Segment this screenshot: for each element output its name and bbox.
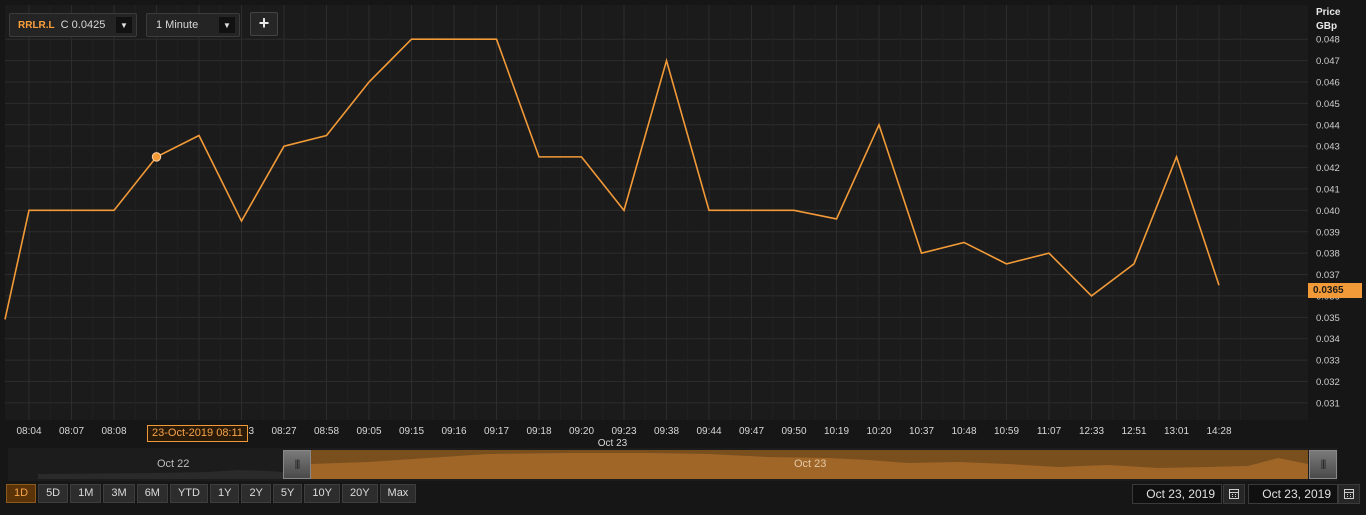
range-button-ytd[interactable]: YTD <box>169 484 208 503</box>
x-tick-label: 10:20 <box>866 426 891 437</box>
y-tick-label: 0.035 <box>1316 313 1340 324</box>
y-tick-label: 0.048 <box>1316 35 1340 46</box>
y-tick-label: 0.041 <box>1316 184 1340 195</box>
y-axis-title: Price <box>1316 7 1341 18</box>
y-tick-label: 0.040 <box>1316 206 1340 217</box>
range-button-max[interactable]: Max <box>379 484 417 503</box>
y-tick-label: 0.039 <box>1316 227 1340 238</box>
calendar-icon <box>1344 489 1354 499</box>
x-date-label: Oct 23 <box>598 438 628 448</box>
date-from-field[interactable]: Oct 23, 2019 <box>1132 484 1222 504</box>
y-tick-label: 0.037 <box>1316 270 1340 281</box>
range-button-1y[interactable]: 1Y <box>209 484 240 503</box>
x-tick-label: 10:48 <box>951 426 976 437</box>
y-tick-label: 0.034 <box>1316 334 1340 345</box>
x-tick-label: 10:59 <box>994 426 1019 437</box>
x-tick-label: 09:38 <box>654 426 679 437</box>
navigator-right-label: Oct 23 <box>794 458 827 470</box>
date-from-picker-button[interactable] <box>1223 484 1245 504</box>
y-tick-label: 0.038 <box>1316 249 1340 260</box>
x-tick-label: 08:27 <box>271 426 296 437</box>
price-chart[interactable]: 0.0310.0320.0330.0340.0350.0360.0370.038… <box>0 0 1366 448</box>
x-tick-label: 14:28 <box>1206 426 1231 437</box>
add-series-button[interactable]: + <box>250 12 278 36</box>
x-tick-label: 13:01 <box>1164 426 1189 437</box>
range-button-2y[interactable]: 2Y <box>241 484 271 503</box>
close-price-label: C 0.0425 <box>60 19 106 31</box>
interval-selector[interactable]: 1 Minute ▼ <box>146 13 240 37</box>
chevron-down-icon[interactable]: ▼ <box>219 17 235 33</box>
y-tick-label: 0.044 <box>1316 120 1340 131</box>
symbol-label: RRLR.L <box>18 19 55 31</box>
navigator-left-label: Oct 22 <box>157 458 190 470</box>
y-axis: 0.0310.0320.0330.0340.0350.0360.0370.038… <box>1316 35 1340 410</box>
range-button-1d[interactable]: 1D <box>6 484 37 503</box>
x-tick-label: 08:58 <box>314 426 339 437</box>
calendar-icon <box>1229 489 1239 499</box>
x-tick-label: 09:18 <box>526 426 551 437</box>
x-tick-label: 08:04 <box>16 426 41 437</box>
symbol-selector[interactable]: RRLR.L C 0.0425 ▼ <box>9 13 137 37</box>
range-button-3m[interactable]: 3M <box>103 484 135 503</box>
x-tick-label: 09:05 <box>356 426 381 437</box>
x-tick-label: 10:37 <box>909 426 934 437</box>
y-tick-label: 0.031 <box>1316 398 1340 409</box>
range-button-5y[interactable]: 5Y <box>272 484 303 503</box>
chart-window: 0.0310.0320.0330.0340.0350.0360.0370.038… <box>0 0 1366 515</box>
x-tick-label: 08:08 <box>101 426 126 437</box>
range-button-6m[interactable]: 6M <box>136 484 168 503</box>
y-tick-label: 0.033 <box>1316 356 1340 367</box>
x-tick-label: 09:15 <box>399 426 424 437</box>
y-tick-label: 0.046 <box>1316 78 1340 89</box>
x-tick-label: 12:33 <box>1079 426 1104 437</box>
y-tick-label: 0.045 <box>1316 99 1340 110</box>
y-tick-label: 0.043 <box>1316 142 1340 153</box>
x-tick-label: 11:07 <box>1037 426 1062 437</box>
highlight-point <box>151 152 162 162</box>
range-button-10y[interactable]: 10Y <box>304 484 340 503</box>
x-tick-label: 08:07 <box>59 426 84 437</box>
y-tick-label: 0.032 <box>1316 377 1340 388</box>
navigator-left-area <box>38 470 283 479</box>
last-price-tag: 0.0365 <box>1308 283 1362 298</box>
navigator-right-handle[interactable]: ||| <box>1309 450 1337 479</box>
x-tick-label: 09:20 <box>569 426 594 437</box>
range-selector: 1D 5D 1M 3M 6M YTD 1Y 2Y 5Y 10Y 20Y Max <box>6 484 417 504</box>
y-tick-label: 0.047 <box>1316 56 1340 67</box>
x-tick-label: 12:51 <box>1121 426 1146 437</box>
date-to-field[interactable]: Oct 23, 2019 <box>1248 484 1338 504</box>
time-navigator[interactable]: Oct 22 Oct 23 ||| ||| <box>8 448 1338 481</box>
x-tick-label: 10:19 <box>824 426 849 437</box>
range-button-1m[interactable]: 1M <box>70 484 102 503</box>
x-tick-label: 09:47 <box>739 426 764 437</box>
navigator-left-handle[interactable]: ||| <box>283 450 311 479</box>
x-tick-label: 09:44 <box>696 426 721 437</box>
x-tick-label: 09:23 <box>611 426 636 437</box>
date-to-picker-button[interactable] <box>1338 484 1360 504</box>
x-tick-label: 09:50 <box>781 426 806 437</box>
y-axis-header: Price GBp <box>1316 6 1340 34</box>
x-tick-label: 09:16 <box>441 426 466 437</box>
y-tick-label: 0.042 <box>1316 163 1340 174</box>
interval-label: 1 Minute <box>156 19 199 31</box>
range-button-5d[interactable]: 5D <box>38 484 69 503</box>
crosshair-tooltip: 23-Oct-2019 08:11 <box>147 425 248 442</box>
x-tick-label: 09:17 <box>484 426 509 437</box>
chevron-down-icon[interactable]: ▼ <box>116 17 132 33</box>
range-button-20y[interactable]: 20Y <box>341 484 378 503</box>
y-axis-unit: GBp <box>1316 21 1338 32</box>
